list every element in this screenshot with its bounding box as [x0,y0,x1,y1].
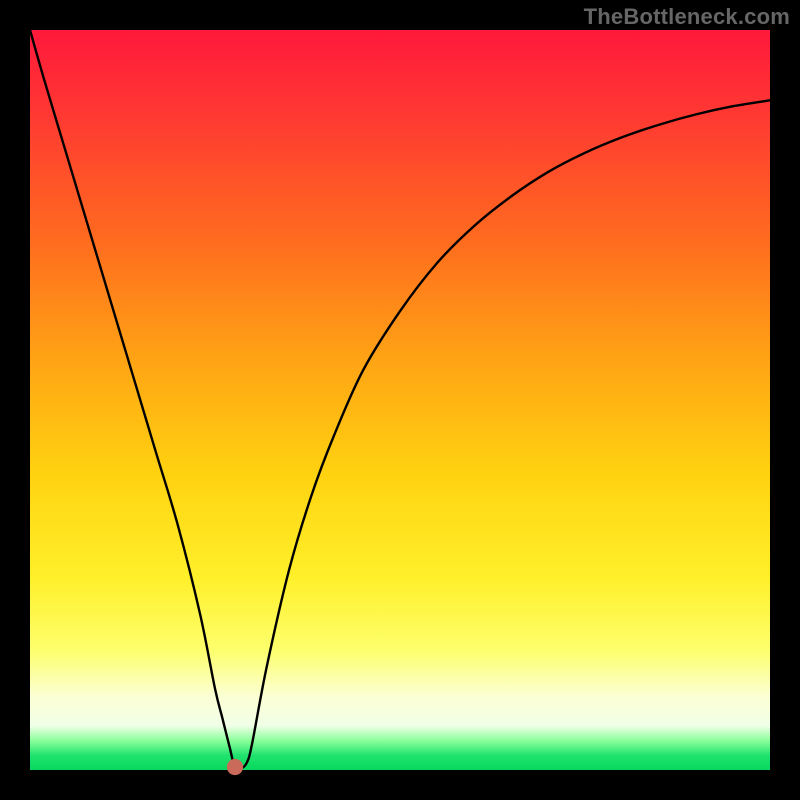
curve-svg [30,30,770,770]
plot-area [30,30,770,770]
watermark-text: TheBottleneck.com [584,4,790,30]
vertex-marker [227,759,243,775]
bottleneck-curve-path [30,30,770,770]
chart-frame: TheBottleneck.com [0,0,800,800]
